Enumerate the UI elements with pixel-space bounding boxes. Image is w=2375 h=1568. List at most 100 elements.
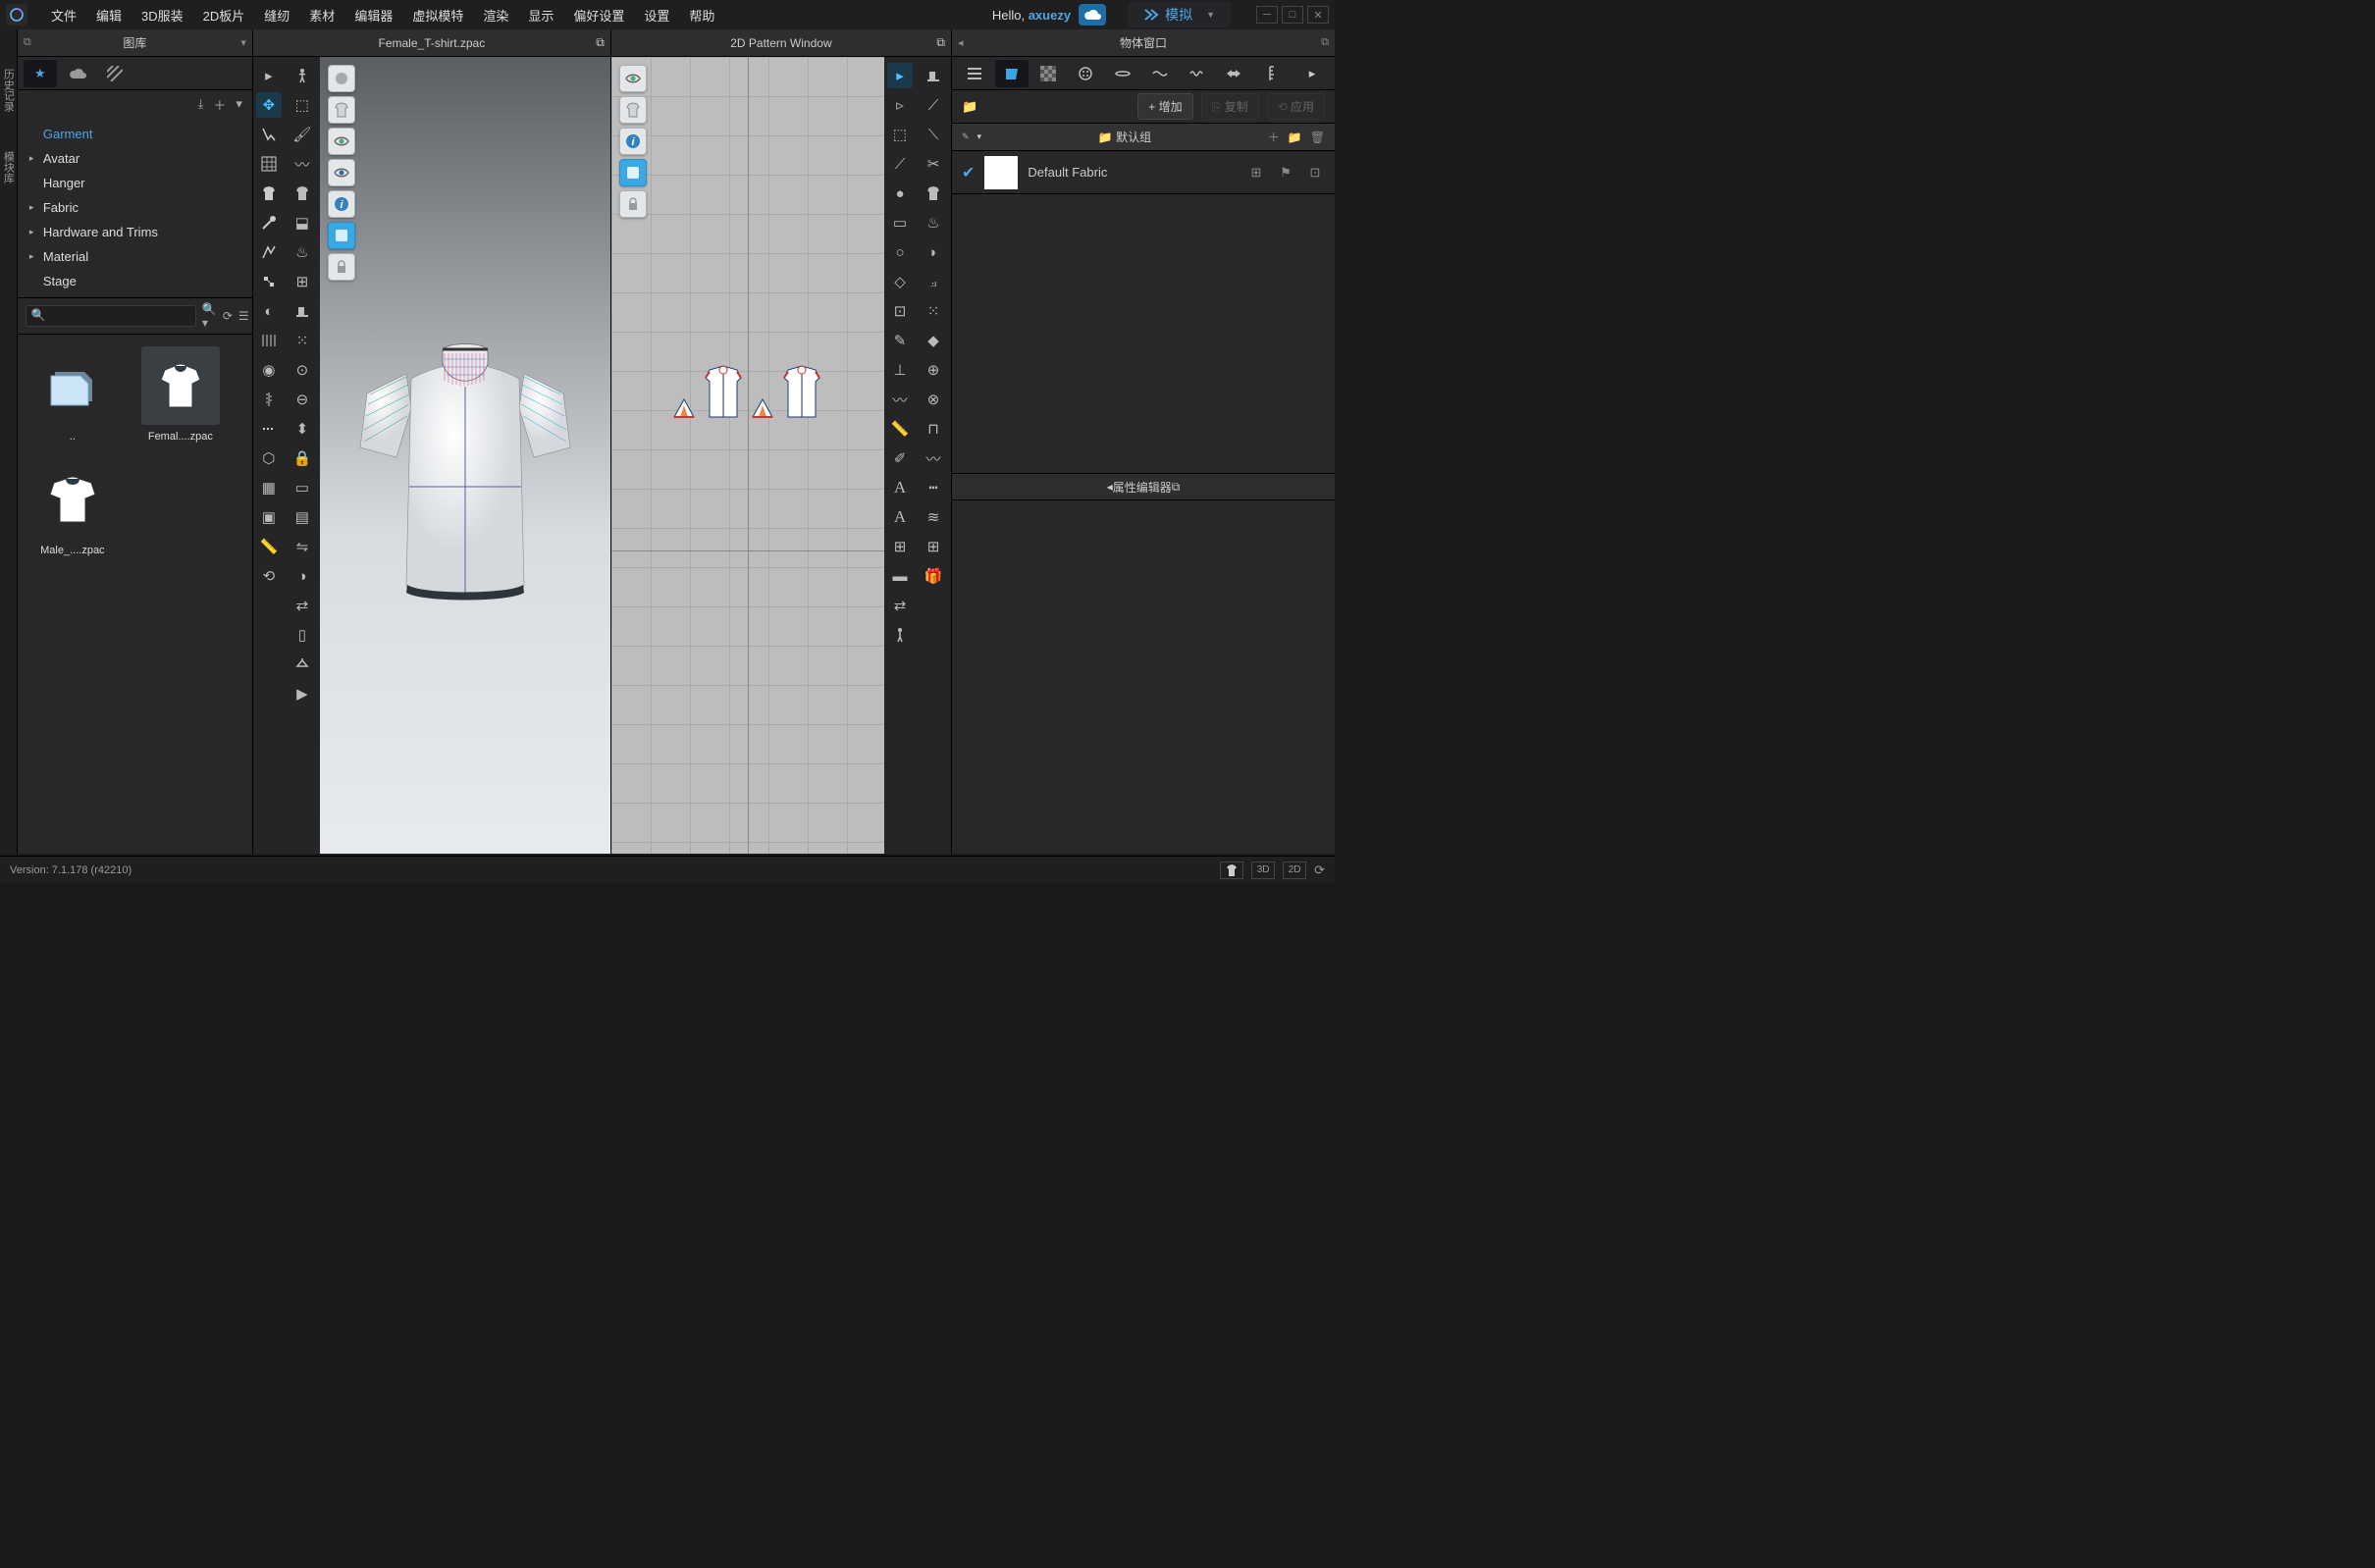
obj-tab-topstitch[interactable] — [1143, 60, 1177, 87]
fabric-dup-icon[interactable]: ⊡ — [1305, 165, 1325, 181]
tool2d-sew-segment[interactable]: ⟋ — [921, 92, 946, 118]
library-search-input[interactable] — [26, 305, 196, 327]
folder-group-icon[interactable]: 📁 — [1288, 131, 1302, 144]
simulate-button[interactable]: 模拟 ▼ — [1128, 2, 1231, 27]
tool2d-hanger[interactable]: ⟓ — [921, 269, 946, 294]
tool-mesh-select[interactable] — [256, 151, 282, 177]
obj-tab-list[interactable] — [958, 60, 991, 87]
check-icon[interactable]: ✔ — [962, 163, 975, 183]
obj-tab-bow[interactable] — [1218, 60, 1251, 87]
view-info-icon[interactable]: i — [328, 190, 355, 218]
tool-sew-machine[interactable] — [290, 298, 315, 324]
tool2d-gift[interactable]: 🎁 — [921, 563, 946, 589]
tree-item-stage[interactable]: Stage — [18, 269, 252, 293]
status-2d[interactable]: 2D — [1283, 862, 1306, 879]
fabric-flag-icon[interactable]: ⚑ — [1276, 165, 1295, 181]
undock-icon[interactable]: ⧉ — [1321, 36, 1329, 49]
tool2d-add-pattern[interactable]: ⊞ — [921, 534, 946, 559]
menu-edit[interactable]: 编辑 — [86, 6, 132, 25]
tool-buttonhole[interactable]: ⊖ — [290, 387, 315, 412]
tool-hanger[interactable] — [290, 652, 315, 677]
tool2d-circle[interactable]: ○ — [887, 239, 913, 265]
tool-move[interactable]: ✥ — [256, 92, 282, 118]
viewport-2d[interactable]: i — [611, 57, 884, 854]
tree-item-hanger[interactable]: Hanger — [18, 171, 252, 195]
tool2d-topstitch[interactable]: ┅ — [921, 475, 946, 500]
tool-symmetry[interactable]: ⇋ — [290, 534, 315, 559]
view-shade-icon[interactable] — [328, 65, 355, 92]
tool2d-seam[interactable]: 〰 — [887, 387, 913, 412]
view2d-garment-icon[interactable] — [619, 96, 647, 124]
tool-topstitch[interactable] — [256, 416, 282, 442]
tool-fold[interactable]: ◐ — [256, 298, 282, 324]
tool2d-pattern-dots[interactable]: ⁙ — [921, 298, 946, 324]
menu-settings[interactable]: 设置 — [634, 6, 679, 25]
username[interactable]: axuezy — [1029, 8, 1071, 23]
more-icon[interactable]: ▾ — [236, 96, 242, 112]
tool-puller[interactable]: ⬍ — [290, 416, 315, 442]
tool-texture[interactable]: ▦ — [256, 475, 282, 500]
viewport-3d[interactable]: i — [320, 57, 610, 854]
tree-item-material[interactable]: ▸Material — [18, 244, 252, 269]
tool-select-lasso[interactable] — [256, 122, 282, 147]
lib-tab-cloud[interactable] — [61, 60, 94, 87]
view-lock-icon[interactable] — [328, 253, 355, 281]
tool-avatar-pose[interactable] — [290, 63, 315, 88]
tool-play[interactable]: ▶ — [290, 681, 315, 706]
library-item-female-tshirt[interactable]: Femal....zpac — [135, 346, 226, 443]
view-render-icon[interactable] — [328, 222, 355, 249]
tree-item-garment[interactable]: Garment — [18, 122, 252, 146]
status-3d[interactable]: 3D — [1251, 862, 1275, 879]
view-garment-icon[interactable] — [328, 96, 355, 124]
tool2d-together[interactable]: ⊕ — [921, 357, 946, 383]
menu-2d-pattern[interactable]: 2D板片 — [193, 6, 255, 25]
tool2d-select[interactable]: ▸ — [887, 63, 913, 88]
tool-arrange[interactable]: ⊞ — [290, 269, 315, 294]
status-refresh-icon[interactable]: ⟳ — [1314, 862, 1325, 878]
refresh-icon[interactable]: ⟳ — [223, 309, 233, 323]
tool-uv[interactable]: ▤ — [290, 504, 315, 530]
obj-tab-texture[interactable] — [1032, 60, 1066, 87]
folder-icon[interactable]: 📁 — [962, 99, 977, 115]
tool-button[interactable]: ◉ — [256, 357, 282, 383]
tool-graphic[interactable]: ▣ — [256, 504, 282, 530]
tab-history[interactable]: 历史记录 — [0, 69, 16, 112]
obj-tab-expand[interactable]: ▸ — [1295, 60, 1329, 87]
tool2d-curve[interactable]: ⟋ — [887, 151, 913, 177]
fabric-add-icon[interactable]: ⊞ — [1246, 165, 1266, 181]
group-header[interactable]: ✎▾ 📁 默认组 ＋ 📁 🗑 — [952, 124, 1335, 151]
menu-material[interactable]: 素材 — [299, 6, 344, 25]
tool-pattern-layer[interactable]: ▯ — [290, 622, 315, 648]
lib-tab-stripes[interactable] — [98, 60, 132, 87]
menu-display[interactable]: 显示 — [518, 6, 563, 25]
view2d-lock-icon[interactable] — [619, 190, 647, 218]
tab-modules[interactable]: 模块库 — [0, 151, 16, 183]
tool-select-all[interactable]: ⬚ — [290, 92, 315, 118]
tool-steam[interactable]: ♨ — [290, 239, 315, 265]
tool2d-garment[interactable] — [921, 181, 946, 206]
tool2d-text-a[interactable]: A — [887, 475, 913, 500]
obj-tab-fabric[interactable] — [995, 60, 1029, 87]
tool2d-rect[interactable]: ▭ — [887, 210, 913, 235]
tool-trim[interactable]: ⬡ — [256, 445, 282, 471]
menu-editor[interactable]: 编辑器 — [344, 6, 402, 25]
tool2d-edit[interactable]: ▹ — [887, 92, 913, 118]
tool2d-sewing[interactable] — [921, 63, 946, 88]
view2d-render-icon[interactable] — [619, 159, 647, 186]
tool2d-symmetric[interactable]: ⇄ — [887, 593, 913, 618]
tool2d-stitch-wave[interactable]: 〰 — [921, 445, 946, 471]
tool2d-text-a2[interactable]: A — [887, 504, 913, 530]
tool2d-sew-edit[interactable]: ✂ — [921, 151, 946, 177]
search-filter-icon[interactable]: 🔍▾ — [202, 302, 217, 330]
menu-render[interactable]: 渲染 — [473, 6, 518, 25]
tool-garment[interactable] — [256, 181, 282, 206]
tool2d-merge[interactable]: ⊓ — [921, 416, 946, 442]
pencil-icon[interactable]: ✎ — [962, 131, 970, 142]
tool2d-sew-free[interactable]: ⟍ — [921, 122, 946, 147]
view-eye-icon[interactable] — [328, 128, 355, 155]
tool2d-transform[interactable]: ⬚ — [887, 122, 913, 147]
undock-icon[interactable]: ⧉ — [24, 36, 31, 49]
tree-item-fabric[interactable]: ▸Fabric — [18, 195, 252, 220]
add-button[interactable]: + 增加 — [1137, 93, 1192, 120]
tool-cursor[interactable]: ▸ — [256, 63, 282, 88]
